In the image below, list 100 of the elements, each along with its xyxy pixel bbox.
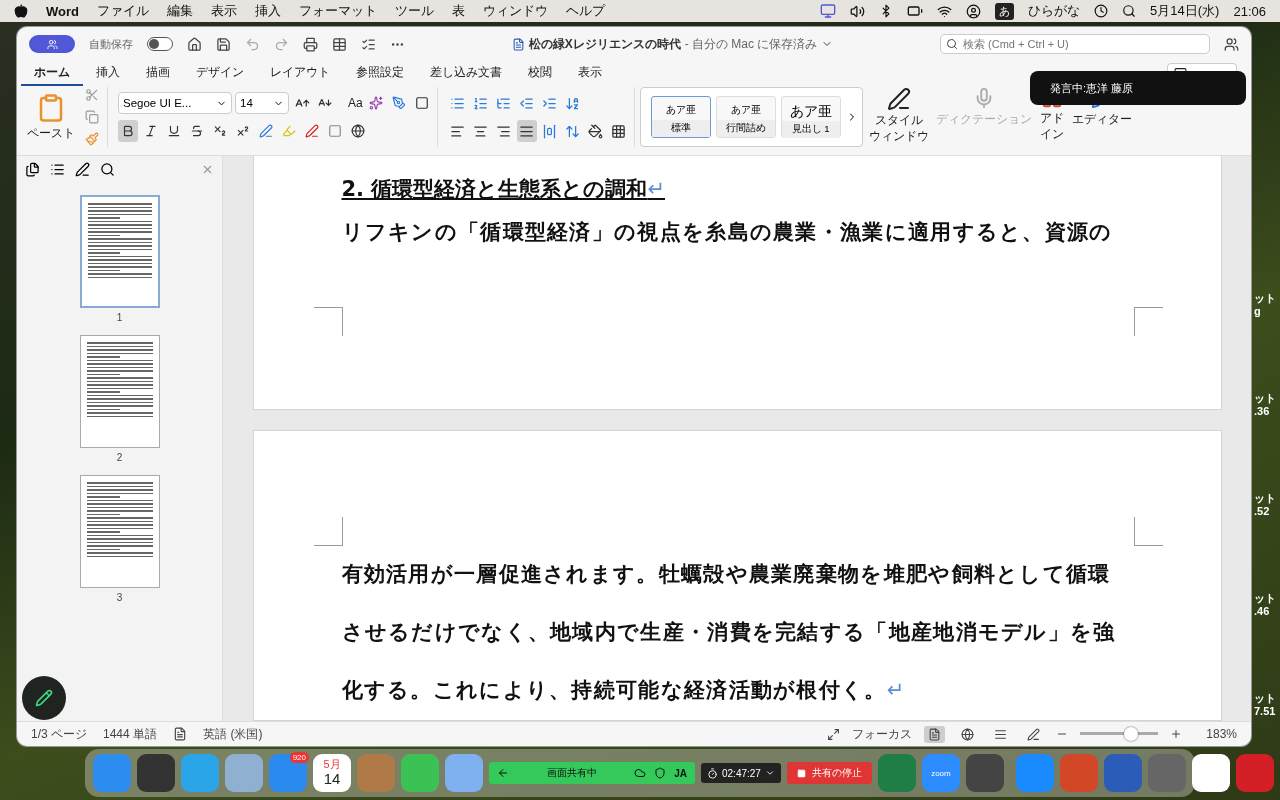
zoom-level[interactable]: 183% (1206, 727, 1237, 741)
ribbon-tab[interactable]: 描画 (133, 60, 183, 86)
focus-button[interactable]: フォーカス (852, 725, 913, 743)
page-count[interactable]: 1/3 ページ (31, 725, 87, 743)
desktop-file-label[interactable]: ット 7.51 (1254, 692, 1276, 718)
cloud-icon (634, 767, 647, 779)
clock-icon[interactable] (1094, 4, 1109, 18)
style-card[interactable]: あア亜 標準 (650, 96, 711, 138)
page-number: 2 (116, 452, 123, 463)
bold-icon[interactable] (118, 120, 138, 142)
outline-icon[interactable] (50, 162, 65, 177)
style-window-button[interactable]: スタイル ウィンドウ (867, 87, 930, 143)
print-icon[interactable] (303, 36, 318, 52)
apple-icon[interactable] (14, 4, 28, 18)
calendar-app-icon[interactable]: 5月 14 (313, 754, 351, 792)
stop-share-button[interactable]: 共有の停止 (786, 762, 872, 784)
proofing-icon[interactable] (173, 727, 188, 741)
pencil-icon (35, 689, 53, 707)
page-thumbnail[interactable] (79, 195, 160, 308)
screen-share-icon[interactable] (820, 3, 837, 19)
input-source-glyph[interactable]: あ (995, 2, 1015, 20)
view-button[interactable] (924, 725, 946, 743)
word-count[interactable]: 1444 単語 (103, 725, 158, 743)
input-mode[interactable]: ひらがな (1028, 2, 1081, 20)
font-dropdown[interactable]: Segoe UI E... (118, 92, 232, 114)
menu-item[interactable]: ファイル (97, 2, 149, 20)
autosave-toggle[interactable] (147, 37, 173, 51)
home-icon[interactable] (187, 36, 202, 52)
menubar-date[interactable]: 5月14日(水) (1150, 2, 1220, 20)
align-left-icon (450, 123, 466, 139)
app-menu[interactable]: Word (46, 3, 79, 19)
body-text: 有効活用が一層促進されます。牡蠣殻や農業廃棄物を堆肥や飼料として循環 (341, 560, 1112, 588)
style-card[interactable]: あア亜 行間詰め (715, 96, 776, 138)
document-title[interactable]: 松の緑Xレジリエンスの時代 (528, 35, 681, 53)
paste-button[interactable]: ペースト (26, 92, 76, 142)
autosave-label: 自動保存 (89, 36, 133, 52)
page-number: 1 (116, 312, 123, 323)
search-field[interactable]: 検索 (Cmd + Ctrl + U) (940, 34, 1210, 54)
font-size-dropdown[interactable]: 14 (235, 92, 289, 114)
change-case-button[interactable]: Aa (348, 96, 363, 110)
body-text: 化する。これにより、持続可能な経済活動が根付く。↵ (341, 676, 907, 704)
app-icon[interactable] (1191, 754, 1230, 792)
user-icon[interactable] (966, 3, 982, 19)
menu-item[interactable]: ツール (395, 2, 434, 20)
menu-item[interactable]: フォーマット (299, 2, 377, 20)
focus-icon[interactable] (827, 727, 841, 741)
battery-icon[interactable] (907, 3, 924, 19)
menu-item[interactable]: ヘルプ (566, 2, 605, 20)
page-thumbnail[interactable] (79, 475, 160, 588)
mail-app-icon[interactable]: 920 (269, 754, 307, 792)
ribbon-tab[interactable]: 挿入 (83, 60, 133, 86)
ribbon-tab[interactable]: 表示 (565, 60, 615, 86)
menu-item[interactable]: 表示 (211, 2, 237, 20)
volume-icon[interactable] (850, 3, 866, 19)
edit-icon[interactable] (75, 162, 90, 177)
section-heading: 2. 循環型経済と生態系との調和↵ (341, 176, 666, 203)
search-icon[interactable] (100, 162, 115, 177)
crop-mark (313, 307, 343, 336)
language[interactable]: 英語 (米国) (203, 725, 263, 743)
ribbon-tab[interactable]: デザイン (183, 60, 257, 86)
timer-icon (707, 767, 718, 779)
menu-item[interactable]: 編集 (167, 2, 193, 20)
desktop-file-label[interactable]: ット .36 (1254, 392, 1276, 418)
ribbon-tab[interactable]: 校閲 (515, 60, 565, 86)
menu-item[interactable]: 挿入 (255, 2, 281, 20)
ribbon-tab[interactable]: ホーム (21, 60, 83, 86)
screen-share-bar[interactable]: 画面共有中 JA (489, 762, 695, 784)
save-status[interactable]: - 自分の Mac に保存済み (684, 35, 818, 53)
thumbnails-icon[interactable] (25, 162, 40, 177)
search-icon[interactable] (1122, 4, 1137, 18)
ribbon-tab[interactable]: 差し込み文書 (417, 60, 515, 86)
ribbon-tab[interactable]: レイアウト (257, 60, 343, 86)
menu-item[interactable]: ウィンドウ (483, 2, 548, 20)
speaker-tooltip: 発言中:恵洋 藤原 (1030, 71, 1246, 105)
people-icon[interactable] (1224, 36, 1239, 52)
desktop-file-label[interactable]: ット .52 (1254, 492, 1276, 518)
desktop-file-label[interactable]: ット g (1254, 292, 1276, 318)
chevron-icon (764, 768, 775, 778)
people-icon (46, 38, 58, 50)
share-timer[interactable]: 02:47:27 (701, 763, 781, 783)
share-screen-button[interactable] (29, 35, 75, 53)
save-icon[interactable] (216, 36, 231, 52)
spelling-icon[interactable] (361, 36, 376, 52)
alignment-button[interactable] (516, 120, 537, 142)
align-center-icon (473, 123, 489, 139)
ribbon-tab[interactable]: 参照設定 (343, 60, 417, 86)
wifi-icon[interactable] (937, 3, 953, 19)
page-number: 3 (116, 592, 123, 603)
desktop-file-label[interactable]: ット .46 (1254, 592, 1276, 618)
zoom-in-icon[interactable] (1170, 728, 1183, 740)
table-icon[interactable] (332, 36, 347, 52)
document-icon (511, 37, 525, 51)
menubar-time[interactable]: 21:06 (1233, 3, 1266, 19)
close-icon[interactable] (201, 163, 214, 176)
crop-mark (1133, 516, 1163, 546)
style-card[interactable]: あア亜 見出し 1 (780, 96, 841, 138)
unread-badge: 920 (289, 752, 309, 763)
page-thumbnail[interactable] (79, 335, 160, 448)
crop-mark (1133, 307, 1163, 336)
menu-item[interactable]: 表 (452, 2, 465, 20)
